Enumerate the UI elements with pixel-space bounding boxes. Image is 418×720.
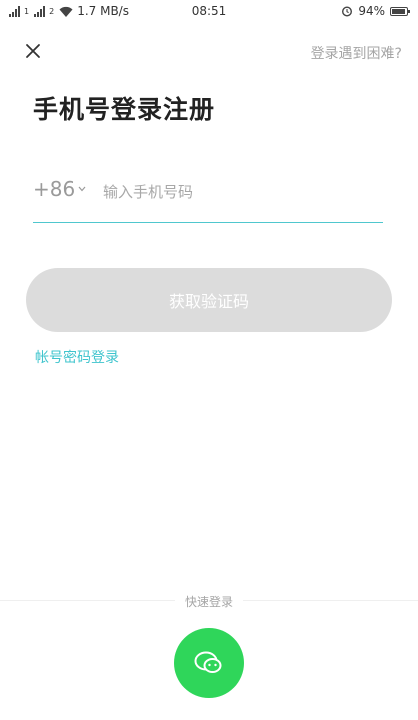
alarm-icon bbox=[342, 6, 353, 17]
page-title: 手机号登录注册 bbox=[33, 95, 216, 124]
country-code-label: +86 bbox=[33, 177, 76, 201]
account-password-login-link[interactable]: 帐号密码登录 bbox=[35, 347, 119, 367]
close-button[interactable] bbox=[22, 40, 44, 62]
phone-input[interactable] bbox=[101, 178, 375, 206]
battery-fill bbox=[392, 8, 406, 14]
wechat-login-button[interactable] bbox=[174, 628, 244, 698]
wechat-icon bbox=[194, 651, 222, 673]
country-code-selector[interactable]: +86 bbox=[33, 177, 86, 201]
login-trouble-link[interactable]: 登录遇到困难? bbox=[311, 43, 402, 63]
close-icon bbox=[26, 44, 40, 58]
status-bar: 1 2 1.7 MB/s 08:51 94% bbox=[0, 0, 418, 26]
quick-login-label: 快速登录 bbox=[174, 595, 243, 609]
phone-field: +86 bbox=[33, 170, 383, 223]
chevron-down-icon bbox=[78, 186, 86, 192]
battery-icon bbox=[390, 6, 410, 16]
get-code-button[interactable]: 获取验证码 bbox=[26, 268, 392, 332]
battery-percent: 94% bbox=[358, 4, 385, 18]
status-right: 94% bbox=[341, 4, 410, 18]
quick-login-label-row: 快速登录 bbox=[0, 593, 418, 610]
